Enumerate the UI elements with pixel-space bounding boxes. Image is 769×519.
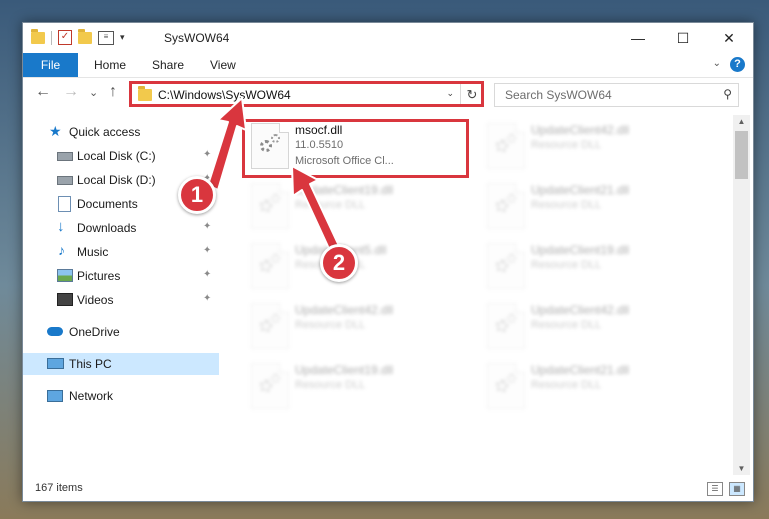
annotation-arrows: [207, 97, 341, 254]
arrow-to-address-bar: [207, 97, 247, 191]
arrow-to-file: [291, 165, 341, 254]
callout-badge-2: 2: [320, 244, 358, 282]
callout-badge-1: 1: [178, 176, 216, 214]
